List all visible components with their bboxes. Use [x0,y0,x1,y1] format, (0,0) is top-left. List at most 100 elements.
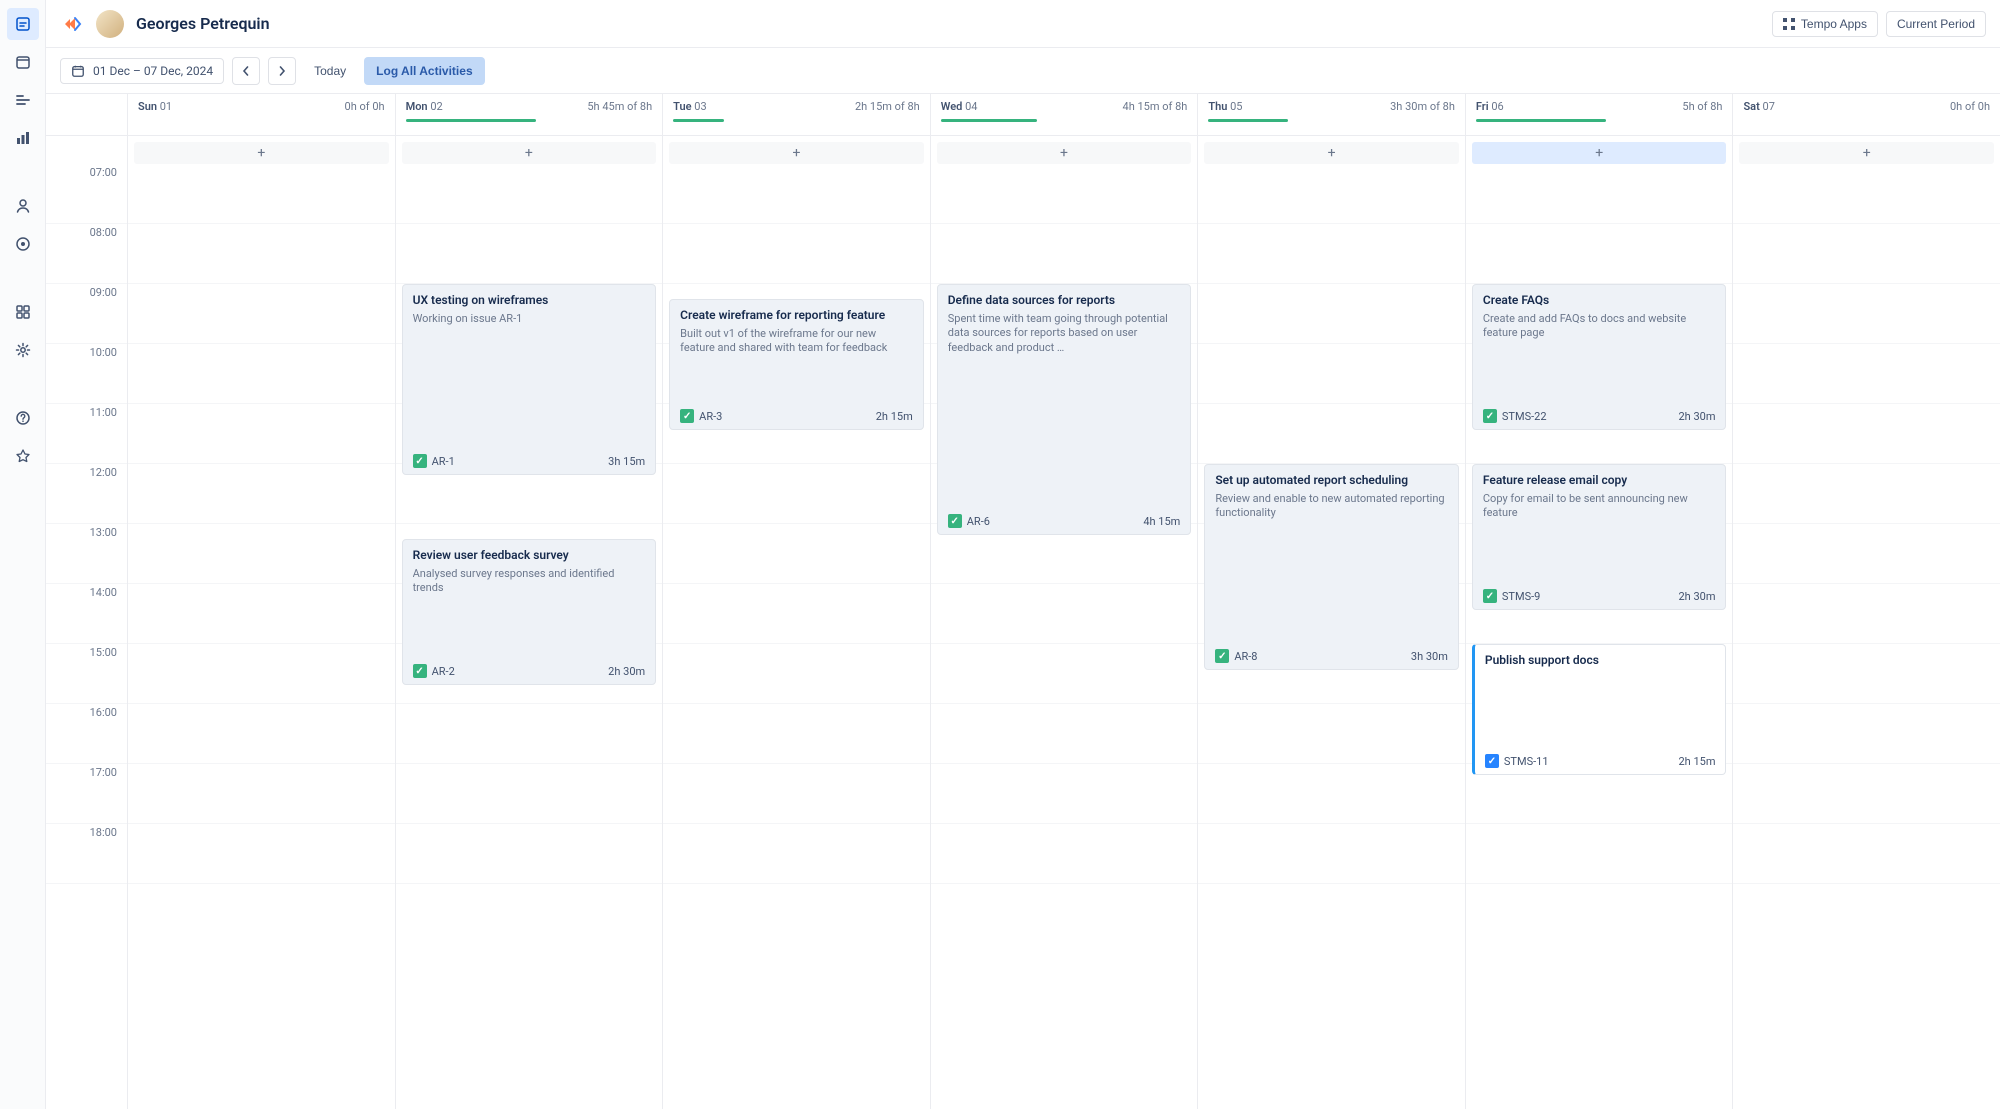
rail-help-icon[interactable] [7,402,39,434]
hour-cell[interactable] [931,824,1198,884]
hour-cell[interactable] [128,224,395,284]
tempo-apps-button[interactable]: Tempo Apps [1772,11,1878,37]
worklog-card[interactable]: Set up automated report schedulingReview… [1204,464,1459,670]
hour-cell[interactable] [128,704,395,764]
hour-cell[interactable] [1198,164,1465,224]
worklog-card[interactable]: Feature release email copyCopy for email… [1472,464,1727,610]
issue-key[interactable]: ✓STMS-22 [1483,409,1547,423]
prev-week-button[interactable] [232,57,260,85]
add-worklog-button[interactable]: + [134,142,389,164]
next-week-button[interactable] [268,57,296,85]
hour-cell[interactable] [1198,704,1465,764]
hour-cell[interactable] [663,824,930,884]
hour-cell[interactable] [128,764,395,824]
add-worklog-button[interactable]: + [1204,142,1459,164]
issue-key[interactable]: ✓AR-8 [1215,649,1257,663]
hour-cell[interactable] [663,764,930,824]
add-worklog-button[interactable]: + [1739,142,1994,164]
hour-cell[interactable] [663,704,930,764]
hour-cell[interactable] [1733,764,2000,824]
add-worklog-button[interactable]: + [1472,142,1727,164]
hour-cell[interactable] [128,524,395,584]
hour-cell[interactable] [128,404,395,464]
hour-cell[interactable] [663,584,930,644]
rail-reports-icon[interactable] [7,122,39,154]
hour-cell[interactable] [1733,404,2000,464]
rail-apps-icon[interactable] [7,296,39,328]
rail-planning-icon[interactable] [7,84,39,116]
worklog-card[interactable]: Define data sources for reportsSpent tim… [937,284,1192,535]
hour-cell[interactable] [663,524,930,584]
date-range-picker[interactable]: 01 Dec – 07 Dec, 2024 [60,58,224,84]
hour-label: 14:00 [46,584,127,644]
worklog-card[interactable]: Create FAQsCreate and add FAQs to docs a… [1472,284,1727,430]
hour-cell[interactable] [1198,404,1465,464]
hour-cell[interactable] [931,644,1198,704]
hour-cell[interactable] [128,644,395,704]
issue-key[interactable]: ✓AR-1 [413,454,455,468]
hour-cell[interactable] [396,224,663,284]
hour-cell[interactable] [1733,644,2000,704]
hour-cell[interactable] [396,764,663,824]
rail-settings-icon[interactable] [7,334,39,366]
issue-key[interactable]: ✓STMS-11 [1485,754,1549,768]
hour-cell[interactable] [1733,824,2000,884]
hour-cell[interactable] [1466,164,1733,224]
rail-timesheet-icon[interactable] [7,8,39,40]
rail-calendar-icon[interactable] [7,46,39,78]
hour-cell[interactable] [128,344,395,404]
rail-more-icon[interactable] [7,440,39,472]
issue-key[interactable]: ✓STMS-9 [1483,589,1540,603]
rail-accounts-icon[interactable] [7,228,39,260]
hour-cell[interactable] [931,584,1198,644]
add-worklog-button[interactable]: + [937,142,1192,164]
hour-cell[interactable] [128,164,395,224]
period-selector[interactable]: Current Period [1886,11,1986,37]
hour-cell[interactable] [1198,764,1465,824]
hour-cell[interactable] [1733,704,2000,764]
hour-cell[interactable] [931,224,1198,284]
hour-cell[interactable] [1733,524,2000,584]
issue-key[interactable]: ✓AR-3 [680,409,722,423]
hour-cell[interactable] [1733,224,2000,284]
issue-key[interactable]: ✓AR-6 [948,514,990,528]
log-all-activities-button[interactable]: Log All Activities [364,57,484,85]
user-avatar[interactable] [96,10,124,38]
worklog-card[interactable]: UX testing on wireframesWorking on issue… [402,284,657,475]
hour-cell[interactable] [128,824,395,884]
hour-cell[interactable] [1198,344,1465,404]
worklog-description: Working on issue AR-1 [413,312,646,327]
hour-cell[interactable] [128,584,395,644]
hour-cell[interactable] [663,644,930,704]
issue-type-icon: ✓ [1485,754,1499,768]
hour-cell[interactable] [128,464,395,524]
rail-team-icon[interactable] [7,190,39,222]
hour-cell[interactable] [128,284,395,344]
worklog-card[interactable]: Review user feedback surveyAnalysed surv… [402,539,657,685]
hour-cell[interactable] [1466,824,1733,884]
hour-cell[interactable] [1198,824,1465,884]
hour-cell[interactable] [396,824,663,884]
hour-cell[interactable] [1733,584,2000,644]
worklog-card[interactable]: Publish support docs✓STMS-112h 15m [1472,644,1727,775]
hour-cell[interactable] [1733,344,2000,404]
hour-cell[interactable] [663,224,930,284]
add-worklog-button[interactable]: + [669,142,924,164]
hour-cell[interactable] [1466,224,1733,284]
today-button[interactable]: Today [304,58,356,84]
add-worklog-button[interactable]: + [402,142,657,164]
hour-cell[interactable] [1733,284,2000,344]
hour-cell[interactable] [1198,284,1465,344]
hour-cell[interactable] [1198,224,1465,284]
worklog-card[interactable]: Create wireframe for reporting featureBu… [669,299,924,430]
hour-cell[interactable] [663,464,930,524]
hour-cell[interactable] [663,164,930,224]
hour-cell[interactable] [1733,164,2000,224]
hour-cell[interactable] [931,764,1198,824]
hour-cell[interactable] [931,704,1198,764]
hour-cell[interactable] [396,704,663,764]
hour-cell[interactable] [396,164,663,224]
issue-key[interactable]: ✓AR-2 [413,664,455,678]
hour-cell[interactable] [931,164,1198,224]
hour-cell[interactable] [1733,464,2000,524]
